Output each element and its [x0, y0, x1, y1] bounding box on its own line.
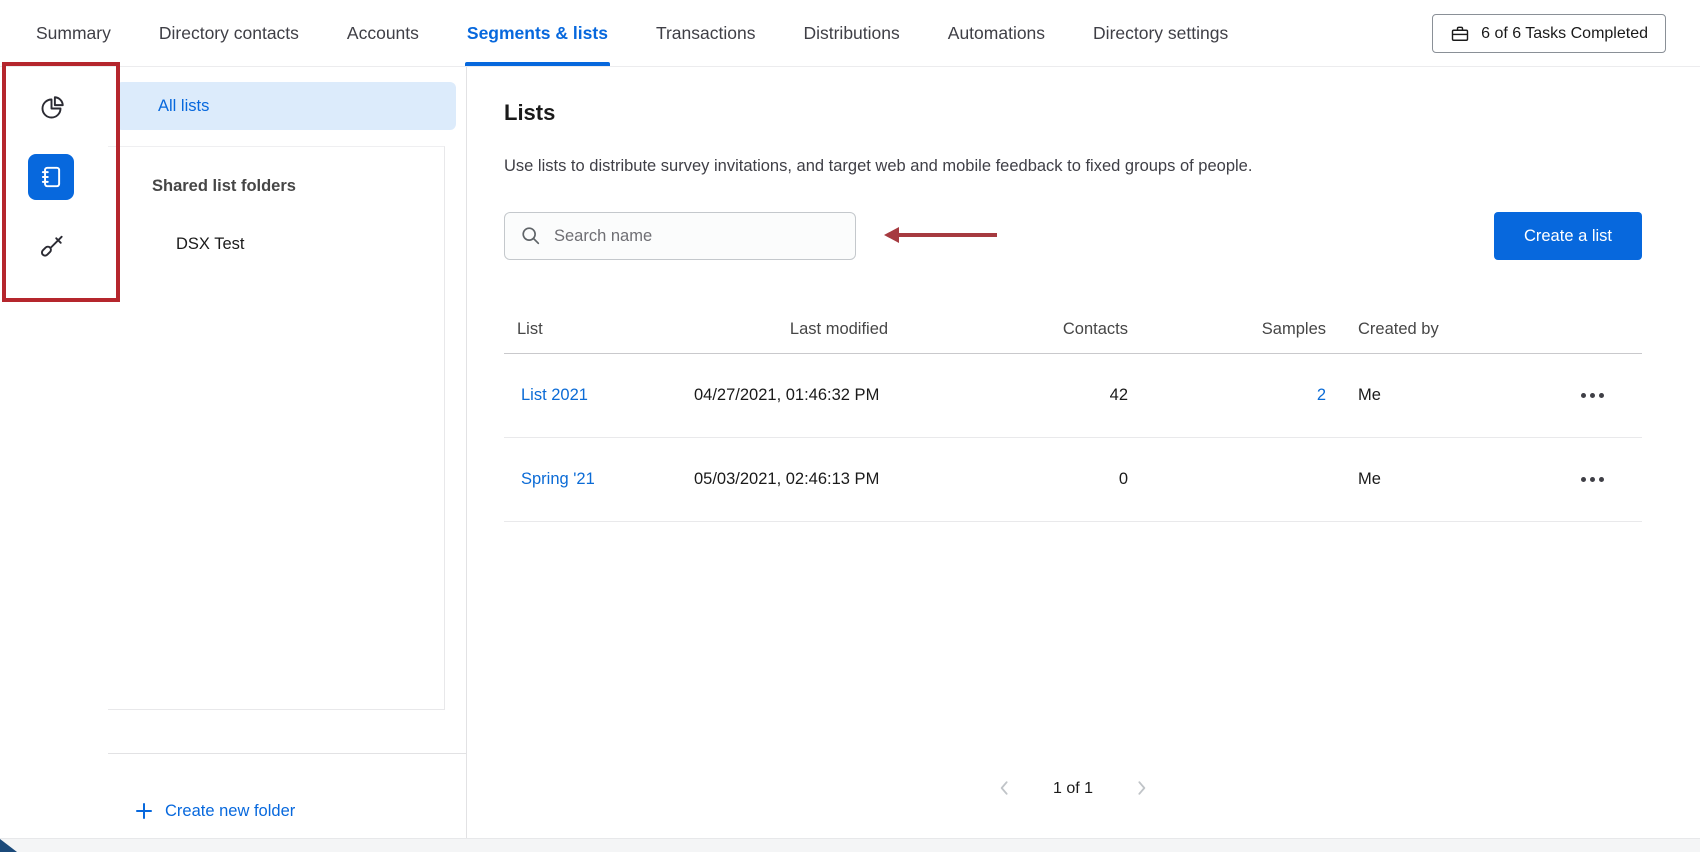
sidebar-item-folder-dsx-test[interactable]: DSX Test: [176, 235, 244, 254]
previous-page-button[interactable]: [995, 778, 1015, 801]
main-content: Lists Use lists to distribute survey inv…: [468, 67, 1700, 838]
lists-table: List Last modified Contacts Samples Crea…: [504, 306, 1642, 522]
samples-link[interactable]: 2: [1317, 386, 1326, 404]
rail-item-dashboards[interactable]: [28, 85, 74, 131]
shared-folders-header: Shared list folders: [152, 177, 296, 196]
bottom-strip: [0, 838, 1700, 852]
briefcase-icon: [1450, 24, 1470, 44]
list-link[interactable]: List 2021: [521, 386, 588, 404]
last-modified-cell: 04/27/2021, 01:46:32 PM: [694, 386, 984, 405]
column-header-samples: Samples: [1154, 320, 1354, 339]
create-new-folder-label: Create new folder: [165, 802, 295, 821]
page-title: Lists: [504, 100, 555, 126]
create-list-button[interactable]: Create a list: [1494, 212, 1642, 260]
tab-summary[interactable]: Summary: [36, 0, 111, 66]
pagination: 1 of 1: [504, 775, 1642, 803]
column-header-last-modified: Last modified: [694, 320, 984, 339]
tab-accounts[interactable]: Accounts: [347, 0, 419, 66]
pie-chart-icon: [38, 95, 65, 122]
table-header-row: List Last modified Contacts Samples Crea…: [504, 306, 1642, 354]
ellipsis-icon: [1581, 477, 1586, 482]
row-menu-button[interactable]: [1579, 471, 1606, 488]
annotation-arrow: [884, 227, 997, 243]
created-by-cell: Me: [1354, 470, 1484, 489]
rail-item-directory-contacts[interactable]: [28, 154, 74, 200]
icon-rail: [0, 67, 108, 838]
row-menu-button[interactable]: [1579, 387, 1606, 404]
next-page-button[interactable]: [1131, 778, 1151, 801]
chevron-right-icon: [1131, 778, 1151, 801]
table-row: Spring '21 05/03/2021, 02:46:13 PM 0 Me: [504, 438, 1642, 522]
search-box: [504, 212, 856, 260]
pagination-label: 1 of 1: [1053, 780, 1093, 798]
create-new-folder-button[interactable]: Create new folder: [134, 797, 295, 825]
arrow-head: [884, 227, 899, 243]
created-by-cell: Me: [1354, 386, 1484, 405]
sidebar-item-all-lists[interactable]: All lists: [116, 82, 456, 130]
tab-directory-settings[interactable]: Directory settings: [1093, 0, 1228, 66]
top-nav: Summary Directory contacts Accounts Segm…: [0, 0, 1700, 67]
contacts-cell: 0: [984, 470, 1154, 489]
sidebar-divider: [108, 753, 466, 754]
chevron-left-icon: [995, 778, 1015, 801]
tab-segments-lists[interactable]: Segments & lists: [467, 0, 608, 66]
tasks-completed-label: 6 of 6 Tasks Completed: [1481, 25, 1648, 43]
search-icon: [520, 225, 542, 247]
arrow-line: [899, 233, 997, 237]
page-description: Use lists to distribute survey invitatio…: [504, 157, 1252, 176]
plus-icon: [134, 801, 154, 821]
column-header-list: List: [504, 320, 694, 339]
corner-decoration: [0, 839, 17, 852]
contacts-book-icon: [38, 164, 64, 190]
last-modified-cell: 05/03/2021, 02:46:13 PM: [694, 470, 984, 489]
list-link[interactable]: Spring '21: [521, 470, 595, 488]
tab-distributions[interactable]: Distributions: [803, 0, 899, 66]
tasks-completed-button[interactable]: 6 of 6 Tasks Completed: [1432, 14, 1666, 53]
nav-tabs: Summary Directory contacts Accounts Segm…: [36, 0, 1228, 66]
search-input[interactable]: [554, 213, 855, 259]
ellipsis-icon: [1581, 393, 1586, 398]
contacts-cell: 42: [984, 386, 1154, 405]
tab-automations[interactable]: Automations: [948, 0, 1045, 66]
tab-transactions[interactable]: Transactions: [656, 0, 756, 66]
tools-icon: [38, 234, 65, 261]
column-header-contacts: Contacts: [984, 320, 1154, 339]
shared-folders-panel: Shared list folders DSX Test: [108, 146, 445, 710]
lists-sidebar: All lists Shared list folders DSX Test C…: [108, 67, 467, 838]
table-row: List 2021 04/27/2021, 01:46:32 PM 42 2 M…: [504, 354, 1642, 438]
column-header-created-by: Created by: [1354, 320, 1484, 339]
rail-item-tools[interactable]: [28, 224, 74, 270]
tab-directory-contacts[interactable]: Directory contacts: [159, 0, 299, 66]
